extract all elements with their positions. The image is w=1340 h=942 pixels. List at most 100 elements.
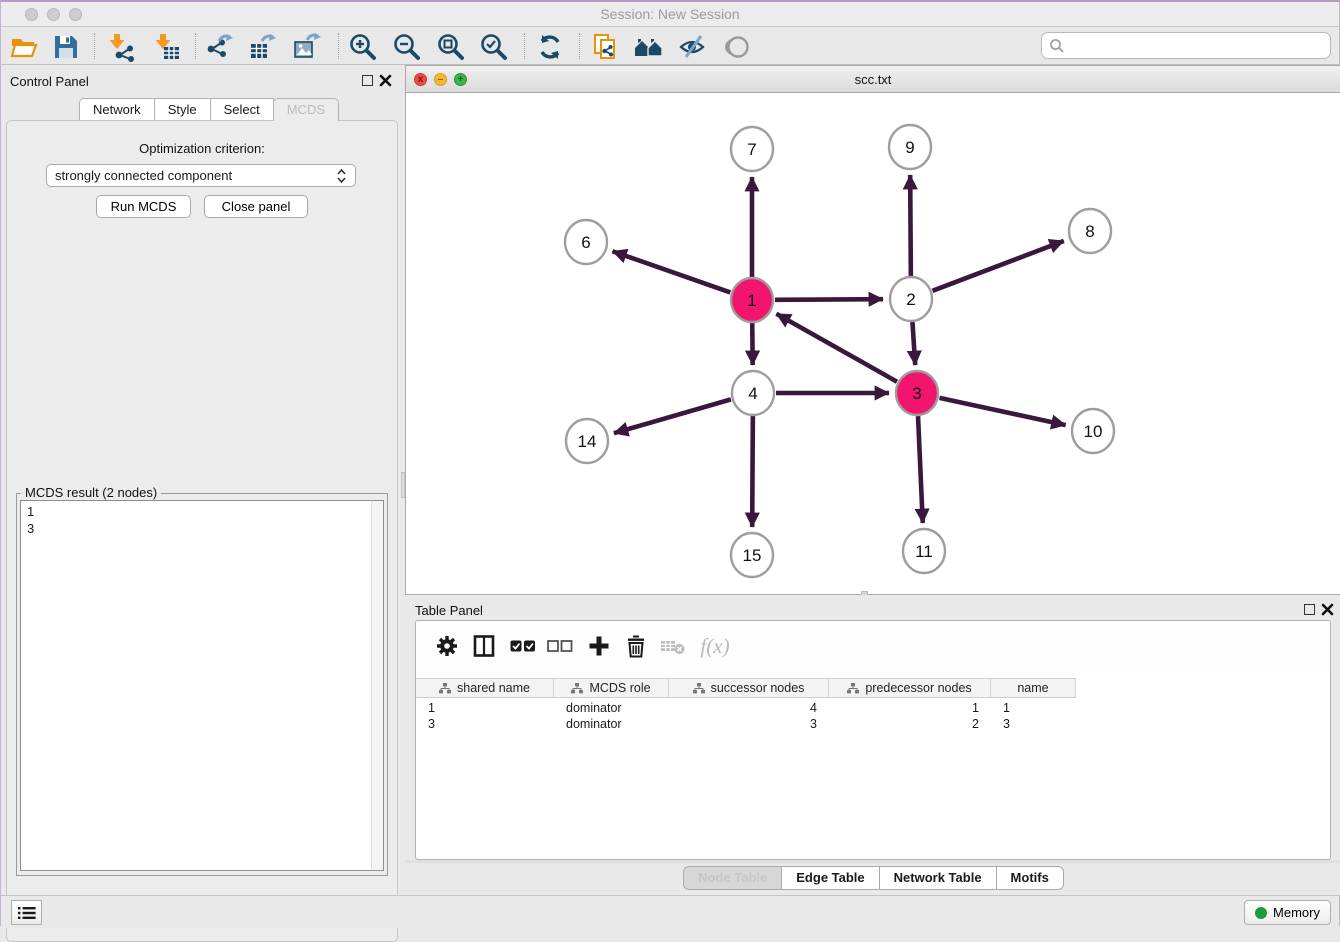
- status-bar: Memory: [1, 895, 1339, 928]
- column-selector-icon[interactable]: [469, 631, 499, 661]
- eye-disabled-icon[interactable]: [719, 30, 757, 63]
- optimization-criterion-value: strongly connected component: [55, 168, 232, 183]
- toolbar-separator: [338, 33, 339, 59]
- zoom-in-icon[interactable]: [344, 30, 382, 63]
- node-label: 4: [748, 384, 757, 403]
- column-header-successor-nodes[interactable]: successor nodes: [669, 679, 829, 697]
- graph-node-14[interactable]: 14: [566, 419, 608, 463]
- node-label: 3: [912, 384, 921, 403]
- graph-node-4[interactable]: 4: [732, 371, 774, 415]
- edge-1-2[interactable]: [775, 299, 883, 300]
- mcds-result-text[interactable]: 1 3: [20, 500, 371, 871]
- network-window-titlebar: x – + scc.txt: [406, 66, 1340, 93]
- graph-node-10[interactable]: 10: [1072, 409, 1114, 453]
- export-network-icon[interactable]: [200, 30, 238, 63]
- close-table-panel-icon[interactable]: [1321, 603, 1334, 616]
- table-cell[interactable]: dominator: [554, 716, 669, 732]
- edge-2-8[interactable]: [933, 241, 1064, 291]
- apply-layout-icon[interactable]: [531, 30, 569, 63]
- tab-network-table[interactable]: Network Table: [879, 866, 997, 890]
- graph-node-1[interactable]: 1: [731, 278, 773, 322]
- graph-node-2[interactable]: 2: [890, 277, 932, 321]
- table-row[interactable]: 1dominator411: [416, 700, 1076, 716]
- graph-node-11[interactable]: 11: [903, 529, 945, 573]
- graph-node-15[interactable]: 15: [731, 533, 773, 577]
- select-spinner-icon: [336, 167, 347, 185]
- optimization-criterion-label: Optimization criterion:: [7, 141, 397, 156]
- edge-2-3[interactable]: [912, 322, 915, 365]
- table-cell[interactable]: 4: [669, 700, 829, 716]
- export-table-icon[interactable]: [244, 30, 282, 63]
- graph-node-3[interactable]: 3: [896, 371, 938, 415]
- table-cell[interactable]: 3: [669, 716, 829, 732]
- table-cell[interactable]: 3: [991, 716, 1076, 732]
- mcds-panel: Optimization criterion: strongly connect…: [6, 120, 398, 942]
- edge-2-9[interactable]: [910, 175, 911, 276]
- tab-motifs[interactable]: Motifs: [996, 866, 1064, 890]
- graph-node-9[interactable]: 9: [889, 125, 931, 169]
- tab-edge-table[interactable]: Edge Table: [781, 866, 879, 890]
- open-session-icon[interactable]: [5, 30, 43, 63]
- tab-style[interactable]: Style: [154, 98, 211, 121]
- select-all-checkboxes-icon[interactable]: [508, 631, 538, 661]
- graph-node-7[interactable]: 7: [731, 127, 773, 171]
- window-title: Session: New Session: [1, 6, 1339, 22]
- search-input[interactable]: [1065, 38, 1330, 53]
- main-toolbar: [1, 28, 1339, 65]
- gear-icon[interactable]: [432, 631, 462, 661]
- network-canvas[interactable]: 7 9 6 8 1 2 4 3 14 10 15 11: [406, 93, 1340, 594]
- column-header-predecessor-nodes[interactable]: predecessor nodes: [829, 679, 991, 697]
- optimization-criterion-select[interactable]: strongly connected component: [46, 164, 356, 187]
- zoom-fit-content-icon[interactable]: [432, 30, 470, 63]
- edge-4-15[interactable]: [752, 416, 753, 527]
- table-cell[interactable]: dominator: [554, 700, 669, 716]
- edge-3-10[interactable]: [939, 398, 1065, 425]
- add-column-icon[interactable]: [584, 631, 614, 661]
- float-panel-icon[interactable]: [362, 75, 373, 86]
- run-mcds-button[interactable]: Run MCDS: [96, 195, 191, 218]
- zoom-selected-icon[interactable]: [475, 30, 513, 63]
- duplicate-network-icon[interactable]: [587, 30, 625, 63]
- search-field[interactable]: [1041, 32, 1331, 59]
- column-hierarchy-icon: [847, 683, 859, 694]
- delete-column-icon[interactable]: [621, 631, 651, 661]
- export-image-icon[interactable]: [288, 30, 326, 63]
- edge-1-6[interactable]: [612, 251, 730, 292]
- edge-3-1[interactable]: [776, 314, 897, 382]
- table-cell[interactable]: 2: [829, 716, 991, 732]
- close-panel-icon[interactable]: [379, 74, 392, 87]
- result-scrollbar[interactable]: [371, 500, 384, 871]
- column-header-label: shared name: [457, 681, 530, 695]
- edge-4-14[interactable]: [614, 399, 731, 433]
- float-table-panel-icon[interactable]: [1304, 604, 1315, 615]
- tab-mcds[interactable]: MCDS: [273, 98, 339, 121]
- table-row[interactable]: 3dominator323: [416, 716, 1076, 732]
- task-history-icon[interactable]: [11, 900, 42, 925]
- deselect-all-checkboxes-icon[interactable]: [545, 631, 575, 661]
- column-header-MCDS-role[interactable]: MCDS role: [554, 679, 669, 697]
- memory-button[interactable]: Memory: [1244, 900, 1331, 925]
- save-session-icon[interactable]: [47, 30, 85, 63]
- column-header-name[interactable]: name: [991, 679, 1076, 697]
- graph-node-6[interactable]: 6: [565, 220, 607, 264]
- table-cell[interactable]: 1: [829, 700, 991, 716]
- network-graph: 7 9 6 8 1 2 4 3 14 10 15 11: [406, 93, 1340, 594]
- tab-network[interactable]: Network: [79, 98, 155, 121]
- table-cell[interactable]: 3: [416, 716, 554, 732]
- close-panel-button[interactable]: Close panel: [204, 195, 308, 218]
- table-cell[interactable]: 1: [991, 700, 1076, 716]
- fx-label: f(x): [700, 634, 729, 659]
- show-network-home-icon[interactable]: [630, 30, 668, 63]
- edge-3-11[interactable]: [918, 416, 923, 523]
- tab-node-table[interactable]: Node Table: [683, 866, 782, 890]
- mcds-result-group: MCDS result (2 nodes) 1 3: [16, 493, 388, 876]
- tab-select[interactable]: Select: [210, 98, 274, 121]
- column-header-shared-name[interactable]: shared name: [416, 679, 554, 697]
- import-network-icon[interactable]: [102, 30, 140, 63]
- hide-eye-icon[interactable]: [674, 30, 712, 63]
- graph-node-8[interactable]: 8: [1069, 209, 1111, 253]
- table-cell[interactable]: 1: [416, 700, 554, 716]
- import-table-icon[interactable]: [148, 30, 186, 63]
- zoom-out-icon[interactable]: [388, 30, 426, 63]
- function-builder-disabled-icon: f(x): [694, 631, 736, 661]
